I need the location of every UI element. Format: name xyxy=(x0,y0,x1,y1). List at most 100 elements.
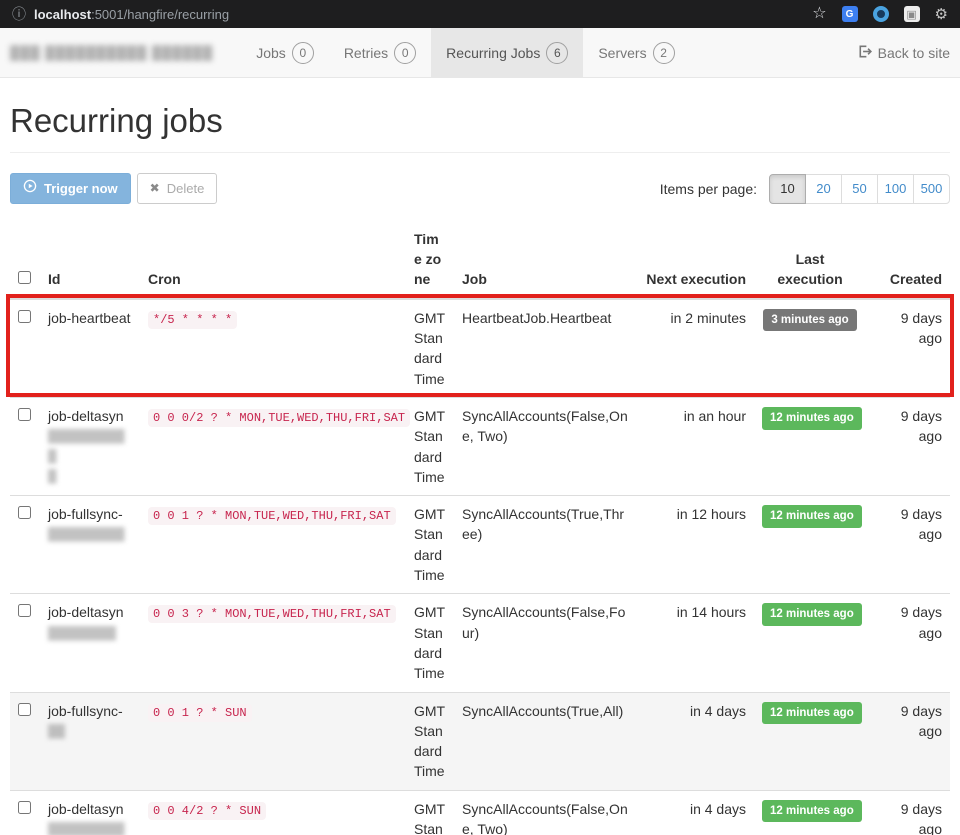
nav-tab-label: Recurring Jobs xyxy=(446,45,540,61)
nav-tab-jobs[interactable]: Jobs 0 xyxy=(241,28,329,77)
bookmark-star-icon[interactable]: ☆ xyxy=(812,6,826,22)
nav-tab-retries[interactable]: Retries 0 xyxy=(329,28,431,77)
job-name: SyncAllAccounts(False,One, Two) xyxy=(462,801,628,835)
translate-extension-icon[interactable]: G xyxy=(842,6,858,22)
trigger-now-button[interactable]: Trigger now xyxy=(10,173,131,204)
job-name: SyncAllAccounts(False,One, Two) xyxy=(462,408,628,444)
next-execution: in 12 hours xyxy=(677,506,746,522)
url-host: localhost xyxy=(34,7,91,22)
page-size-50[interactable]: 50 xyxy=(841,174,878,204)
table-header-row: Id Cron Time zone Job Next execution Las… xyxy=(10,222,950,299)
header-cron: Cron xyxy=(140,222,406,299)
browser-url-bar[interactable]: ⓘ localhost:5001/hangfire/recurring ☆ G … xyxy=(0,0,960,28)
nav-tab-label: Servers xyxy=(598,45,646,61)
cron-expression: 0 0 4/2 ? * SUN xyxy=(148,802,266,820)
last-execution-badge[interactable]: 12 minutes ago xyxy=(762,702,862,725)
created-time: 9 days ago xyxy=(901,801,942,835)
page-size-500[interactable]: 500 xyxy=(913,174,950,204)
last-execution-badge[interactable]: 12 minutes ago xyxy=(762,800,862,823)
timezone: GMT Standard Time xyxy=(414,604,445,681)
table-row: job-deltasyn ████████ 0 0 3 ? * MON,TUE,… xyxy=(10,594,950,692)
timezone: GMT Standard Time xyxy=(414,506,445,583)
last-execution-badge[interactable]: 12 minutes ago xyxy=(762,505,862,528)
job-id: job-deltasyn xyxy=(48,801,124,817)
timezone: GMT Standard Time xyxy=(414,703,445,780)
header-created: Created xyxy=(866,222,950,299)
header-next-execution: Next execution xyxy=(636,222,754,299)
table-row: job-fullsync- ██ 0 0 1 ? * SUN GMT Stand… xyxy=(10,692,950,790)
table-row: job-deltasyn ███████████ 0 0 0/2 ? * MON… xyxy=(10,398,950,496)
next-execution: in an hour xyxy=(684,408,746,424)
table-body: job-heartbeat */5 * * * * GMT Standard T… xyxy=(10,299,950,835)
toolbar: Trigger now ✖ Delete Items per page: 102… xyxy=(10,173,950,204)
cron-expression: 0 0 1 ? * MON,TUE,WED,THU,FRI,SAT xyxy=(148,507,396,525)
created-time: 9 days ago xyxy=(901,310,942,346)
nav-items: Jobs 0 Retries 0 Recurring Jobs 6 Server… xyxy=(241,28,689,77)
job-id: job-deltasyn xyxy=(48,604,124,620)
row-checkbox[interactable] xyxy=(18,310,31,323)
job-id-redacted: ███████████ xyxy=(48,426,132,486)
x-icon: ✖ xyxy=(150,180,160,197)
created-time: 9 days ago xyxy=(901,506,942,542)
nav-tab-count-badge: 0 xyxy=(394,42,416,64)
created-time: 9 days ago xyxy=(901,604,942,640)
table-row: job-heartbeat */5 * * * * GMT Standard T… xyxy=(10,299,950,398)
page-size-100[interactable]: 100 xyxy=(877,174,914,204)
last-execution-badge[interactable]: 12 minutes ago xyxy=(762,407,862,430)
page-size-10[interactable]: 10 xyxy=(769,174,806,204)
page-title: Recurring jobs xyxy=(10,102,950,153)
gear-icon[interactable]: ⚙ xyxy=(935,7,948,22)
job-name: SyncAllAccounts(True,Three) xyxy=(462,506,624,542)
job-id: job-fullsync- xyxy=(48,506,123,522)
nav-tab-label: Jobs xyxy=(256,45,286,61)
navbar: ███ ██████████ ██████ Jobs 0 Retries 0 R… xyxy=(0,28,960,78)
job-id-redacted: ██ xyxy=(48,721,132,741)
job-name: SyncAllAccounts(False,Four) xyxy=(462,604,625,640)
row-checkbox[interactable] xyxy=(18,604,31,617)
page-size-20[interactable]: 20 xyxy=(805,174,842,204)
nav-tab-recurring-jobs[interactable]: Recurring Jobs 6 xyxy=(431,28,583,77)
row-checkbox[interactable] xyxy=(18,408,31,421)
header-last-execution: Last execution xyxy=(754,222,866,299)
next-execution: in 14 hours xyxy=(677,604,746,620)
browser-extension-ring-icon[interactable] xyxy=(873,6,889,22)
created-time: 9 days ago xyxy=(901,408,942,444)
header-timezone: Time zone xyxy=(406,222,454,299)
next-execution: in 2 minutes xyxy=(671,310,746,326)
timezone: GMT Standard Time xyxy=(414,310,445,387)
nav-tab-label: Retries xyxy=(344,45,388,61)
table-row: job-fullsync- █████████ 0 0 1 ? * MON,TU… xyxy=(10,496,950,594)
next-execution: in 4 days xyxy=(690,703,746,719)
page-size-selector: 102050100500 xyxy=(769,174,950,204)
play-circle-icon xyxy=(23,179,37,198)
nav-tab-count-badge: 2 xyxy=(653,42,675,64)
info-icon[interactable]: ⓘ xyxy=(12,4,26,24)
url-path: :5001/hangfire/recurring xyxy=(91,7,229,22)
recurring-jobs-table: Id Cron Time zone Job Next execution Las… xyxy=(10,222,950,835)
next-execution: in 4 days xyxy=(690,801,746,817)
job-id: job-heartbeat xyxy=(48,310,131,326)
nav-tab-servers[interactable]: Servers 2 xyxy=(583,28,689,77)
row-checkbox[interactable] xyxy=(18,506,31,519)
job-name: HeartbeatJob.Heartbeat xyxy=(462,310,611,326)
nav-tab-count-badge: 0 xyxy=(292,42,314,64)
job-id-redacted: █████████ xyxy=(48,524,132,544)
cube-extension-icon[interactable]: ▣ xyxy=(904,6,920,22)
row-checkbox[interactable] xyxy=(18,703,31,716)
nav-tab-count-badge: 6 xyxy=(546,42,568,64)
back-to-site-link[interactable]: Back to site xyxy=(857,28,950,77)
brand-logo[interactable]: ███ ██████████ ██████ xyxy=(10,28,213,77)
last-execution-badge[interactable]: 12 minutes ago xyxy=(762,603,862,626)
delete-button[interactable]: ✖ Delete xyxy=(137,173,218,204)
select-all-checkbox[interactable] xyxy=(18,271,31,284)
header-job: Job xyxy=(454,222,636,299)
last-execution-badge[interactable]: 3 minutes ago xyxy=(763,309,856,332)
logout-icon xyxy=(857,44,872,62)
job-id: job-fullsync- xyxy=(48,703,123,719)
cron-expression: 0 0 3 ? * MON,TUE,WED,THU,FRI,SAT xyxy=(148,605,396,623)
delete-label: Delete xyxy=(167,180,205,198)
address-bar[interactable]: ⓘ localhost:5001/hangfire/recurring xyxy=(12,4,229,24)
brand-redacted-text: ███ ██████████ ██████ xyxy=(10,45,213,60)
timezone: GMT Standard Time xyxy=(414,801,445,835)
row-checkbox[interactable] xyxy=(18,801,31,814)
